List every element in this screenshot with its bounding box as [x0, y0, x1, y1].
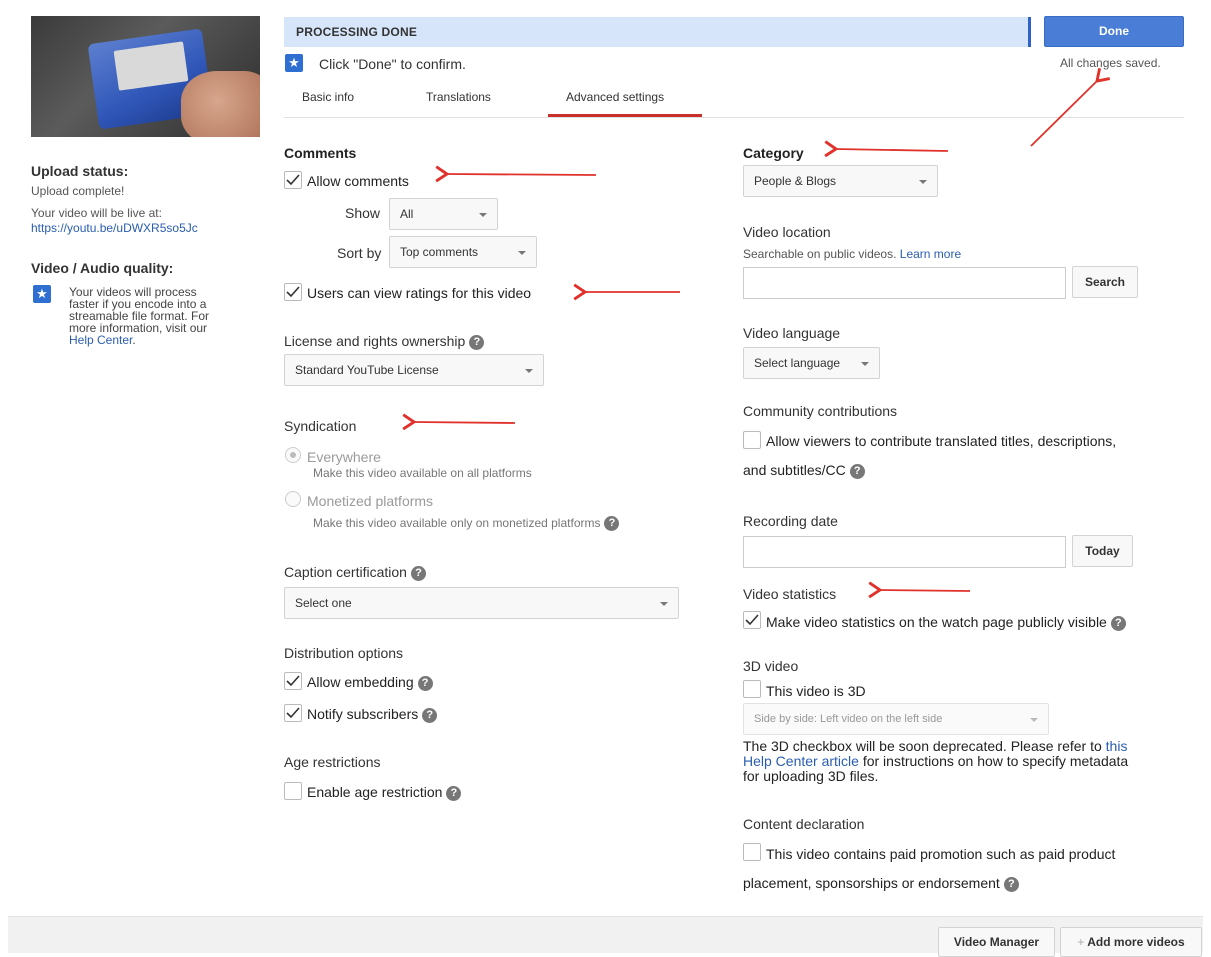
- community-label-line1: Allow viewers to contribute translated t…: [766, 433, 1117, 449]
- syndication-title: Syndication: [284, 418, 357, 434]
- content-declaration-title: Content declaration: [743, 816, 865, 832]
- language-title: Video language: [743, 325, 841, 341]
- save-status: All changes saved.: [1060, 56, 1161, 70]
- view-ratings-checkbox[interactable]: [284, 283, 302, 301]
- location-title: Video location: [743, 224, 831, 240]
- allow-comments-checkbox[interactable]: [284, 171, 302, 189]
- language-select[interactable]: Select language: [743, 347, 880, 379]
- comments-title: Comments: [284, 145, 357, 161]
- tab-divider: [284, 117, 1184, 118]
- help-icon[interactable]: ?: [410, 565, 426, 581]
- help-icon[interactable]: ?: [469, 334, 485, 350]
- arrow-saved: [1030, 67, 1111, 147]
- sort-by-label: Sort by: [337, 245, 382, 261]
- view-ratings-label: Users can view ratings for this video: [307, 285, 532, 301]
- help-center-article-link[interactable]: Help Center article: [743, 753, 859, 769]
- annotation-arrows: [402, 67, 1111, 599]
- video-url-link[interactable]: https://youtu.be/uDWXR5so5Jc: [31, 221, 198, 235]
- community-checkbox[interactable]: [743, 431, 761, 449]
- statistics-title: Video statistics: [743, 586, 837, 602]
- everywhere-radio[interactable]: [285, 447, 301, 463]
- video-thumbnail: [31, 16, 260, 137]
- content-declaration-checkbox[interactable]: [743, 843, 761, 861]
- monetized-desc: Make this video available only on moneti…: [313, 516, 620, 532]
- allow-embedding-label: Allow embedding?: [307, 674, 433, 691]
- allow-comments-label: Allow comments: [307, 173, 409, 189]
- help-icon[interactable]: ?: [604, 516, 620, 532]
- upload-status-text: Upload complete!: [31, 184, 125, 198]
- statistics-label: Make video statistics on the watch page …: [766, 614, 1126, 631]
- arrow-category: [824, 140, 949, 158]
- quality-info: Your videos will process faster if you e…: [69, 285, 210, 347]
- caption-title: Caption certification?: [284, 564, 426, 581]
- recording-title: Recording date: [743, 513, 838, 529]
- live-at-text: Your video will be live at:: [31, 206, 162, 220]
- processing-banner: PROCESSING DONE: [284, 17, 1031, 47]
- license-title: License and rights ownership?: [284, 333, 485, 350]
- statistics-checkbox[interactable]: [743, 611, 761, 629]
- star-icon: ★: [285, 54, 303, 72]
- content-label-line2: placement, sponsorships or endorsement?: [743, 875, 1019, 892]
- sort-by-select[interactable]: Top comments: [389, 236, 537, 268]
- show-label: Show: [345, 205, 381, 221]
- location-desc: Searchable on public videos. Learn more: [743, 247, 962, 261]
- this-link[interactable]: this: [1106, 738, 1128, 754]
- allow-embedding-checkbox[interactable]: [284, 672, 302, 690]
- community-title: Community contributions: [743, 403, 898, 419]
- license-select[interactable]: Standard YouTube License: [284, 354, 544, 386]
- caption-select[interactable]: Select one: [284, 587, 679, 619]
- done-button[interactable]: Done: [1044, 16, 1184, 47]
- help-icon[interactable]: ?: [1110, 615, 1126, 631]
- age-restriction-checkbox[interactable]: [284, 782, 302, 800]
- arrow-allow-comments: [435, 165, 597, 183]
- 3d-label: This video is 3D: [766, 683, 866, 699]
- 3d-deprecation-note: The 3D checkbox will be soon deprecated.…: [743, 738, 1129, 784]
- help-icon[interactable]: ?: [422, 707, 438, 723]
- distribution-title: Distribution options: [284, 645, 404, 661]
- help-icon[interactable]: ?: [417, 675, 433, 691]
- location-search-button[interactable]: Search: [1072, 266, 1138, 298]
- notify-subscribers-label: Notify subscribers?: [307, 706, 438, 723]
- category-title: Category: [743, 145, 804, 161]
- 3d-checkbox[interactable]: [743, 680, 761, 698]
- notify-subscribers-checkbox[interactable]: [284, 704, 302, 722]
- tab-advanced-settings[interactable]: Advanced settings: [566, 90, 664, 104]
- help-icon[interactable]: ?: [446, 785, 462, 801]
- confirm-text: Click "Done" to confirm.: [319, 56, 466, 72]
- arrow-syndication: [402, 413, 516, 431]
- 3d-layout-select[interactable]: Side by side: Left video on the left sid…: [743, 703, 1049, 735]
- community-label-line2: and subtitles/CC?: [743, 462, 865, 479]
- help-center-link[interactable]: Help Center: [69, 333, 132, 347]
- 3d-title: 3D video: [743, 658, 799, 674]
- content-label-line1: This video contains paid promotion such …: [766, 846, 1116, 862]
- quality-title: Video / Audio quality:: [31, 260, 174, 276]
- everywhere-label: Everywhere: [307, 449, 381, 465]
- upload-status-title: Upload status:: [31, 163, 129, 179]
- tab-translations[interactable]: Translations: [426, 90, 491, 104]
- everywhere-desc: Make this video available on all platfor…: [313, 466, 532, 480]
- location-input[interactable]: [743, 267, 1066, 299]
- star-icon: ★: [33, 285, 51, 303]
- learn-more-link[interactable]: Learn more: [900, 247, 961, 261]
- today-button[interactable]: Today: [1072, 535, 1133, 567]
- recording-date-input[interactable]: [743, 536, 1066, 568]
- tab-active-indicator: [548, 114, 702, 117]
- plus-icon: +: [1077, 935, 1085, 949]
- arrow-statistics: [868, 581, 971, 599]
- age-title: Age restrictions: [284, 754, 381, 770]
- category-select[interactable]: People & Blogs: [743, 165, 938, 197]
- monetized-radio[interactable]: [285, 491, 301, 507]
- help-icon[interactable]: ?: [1003, 876, 1019, 892]
- age-restriction-label: Enable age restriction?: [307, 784, 462, 801]
- show-select[interactable]: All: [389, 198, 498, 230]
- monetized-label: Monetized platforms: [307, 493, 434, 509]
- tab-basic-info[interactable]: Basic info: [302, 90, 354, 104]
- help-icon[interactable]: ?: [849, 463, 865, 479]
